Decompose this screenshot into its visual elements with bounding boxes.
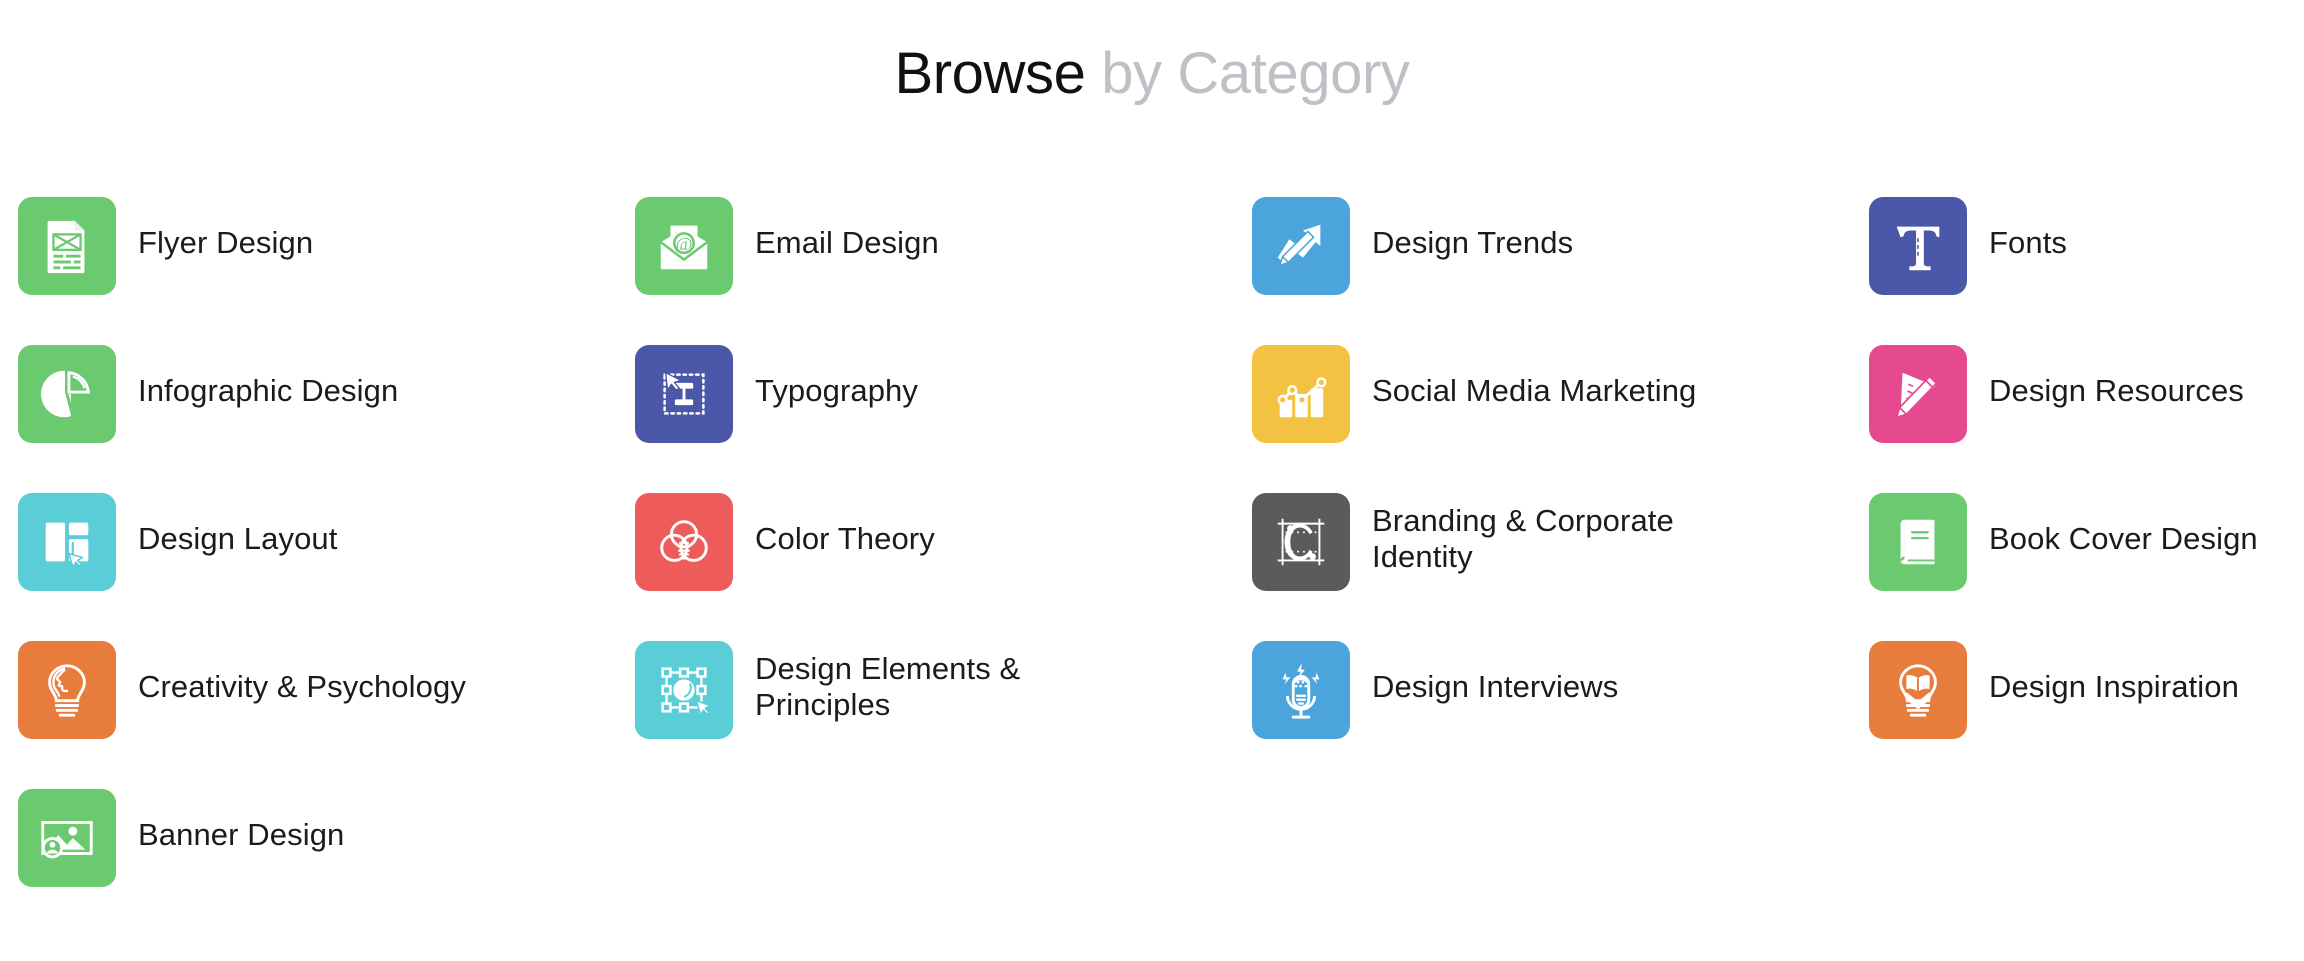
- category-item[interactable]: Design Inspiration: [1869, 640, 2304, 789]
- envelope-at-icon[interactable]: @: [635, 196, 733, 295]
- category-item[interactable]: Design Interviews: [1252, 640, 1869, 789]
- svg-text:@: @: [676, 234, 693, 254]
- category-grid: Flyer Design @ Email Design Design Trend…: [18, 196, 2304, 937]
- venn-circles-icon[interactable]: [635, 492, 733, 591]
- category-item[interactable]: Banner Design: [18, 788, 635, 937]
- category-item[interactable]: Branding & Corporate Identity: [1252, 492, 1869, 641]
- category-item[interactable]: Design Elements & Principles: [635, 640, 1252, 789]
- page-title-light: by Category: [1085, 40, 1410, 106]
- page-title: Browse by Category: [0, 39, 2304, 103]
- selection-handles-icon[interactable]: [635, 640, 733, 739]
- book-icon[interactable]: [1869, 492, 1967, 591]
- category-item[interactable]: Book Cover Design: [1869, 492, 2304, 641]
- lightbulb-book-icon[interactable]: [1869, 640, 1967, 739]
- flyer-document-icon[interactable]: [18, 196, 116, 295]
- category-item[interactable]: @ Email Design: [635, 196, 1252, 345]
- category-label: Design Layout: [138, 520, 338, 556]
- text-cursor-select-icon[interactable]: [635, 344, 733, 443]
- category-label: Social Media Marketing: [1372, 372, 1697, 408]
- category-item[interactable]: Social Media Marketing: [1252, 344, 1869, 493]
- category-label: Fonts: [1989, 224, 2068, 260]
- category-item[interactable]: Design Layout: [18, 492, 635, 641]
- category-label: Design Resources: [1989, 372, 2244, 408]
- letter-c-guides-icon[interactable]: [1252, 492, 1350, 591]
- category-item[interactable]: Infographic Design: [18, 344, 635, 493]
- ruler-pencil-icon[interactable]: [1869, 344, 1967, 443]
- microphone-icon[interactable]: [1252, 640, 1350, 739]
- category-item[interactable]: Fonts: [1869, 196, 2304, 345]
- category-item[interactable]: Flyer Design: [18, 196, 635, 345]
- category-item[interactable]: Design Resources: [1869, 344, 2304, 493]
- category-item[interactable]: Design Trends: [1252, 196, 1869, 345]
- category-item[interactable]: Creativity & Psychology: [18, 640, 635, 789]
- category-label: Design Interviews: [1372, 668, 1619, 704]
- head-lightbulb-icon[interactable]: [18, 640, 116, 739]
- category-item[interactable]: Typography: [635, 344, 1252, 493]
- category-label: Email Design: [755, 224, 939, 260]
- serif-t-icon[interactable]: [1869, 196, 1967, 295]
- category-label: Color Theory: [755, 520, 935, 556]
- layout-blocks-icon[interactable]: [18, 492, 116, 591]
- category-label: Flyer Design: [138, 224, 314, 260]
- bar-chart-line-icon[interactable]: [1252, 344, 1350, 443]
- category-item[interactable]: Color Theory: [635, 492, 1252, 641]
- category-label: Design Trends: [1372, 224, 1574, 260]
- category-label: Branding & Corporate Identity: [1372, 502, 1674, 575]
- page-title-strong: Browse: [894, 40, 1086, 106]
- trend-arrow-pencil-icon[interactable]: [1252, 196, 1350, 295]
- category-label: Infographic Design: [138, 372, 399, 408]
- category-label: Design Elements & Principles: [755, 650, 1021, 723]
- category-label: Book Cover Design: [1989, 520, 2258, 556]
- category-label: Creativity & Psychology: [138, 668, 466, 704]
- category-label: Typography: [755, 372, 918, 408]
- category-label: Banner Design: [138, 816, 345, 852]
- category-label: Design Inspiration: [1989, 668, 2239, 704]
- browse-by-category-page: Browse by Category Flyer Design @ Email …: [0, 38, 2304, 961]
- image-banner-icon[interactable]: [18, 788, 116, 887]
- pie-chart-icon[interactable]: [18, 344, 116, 443]
